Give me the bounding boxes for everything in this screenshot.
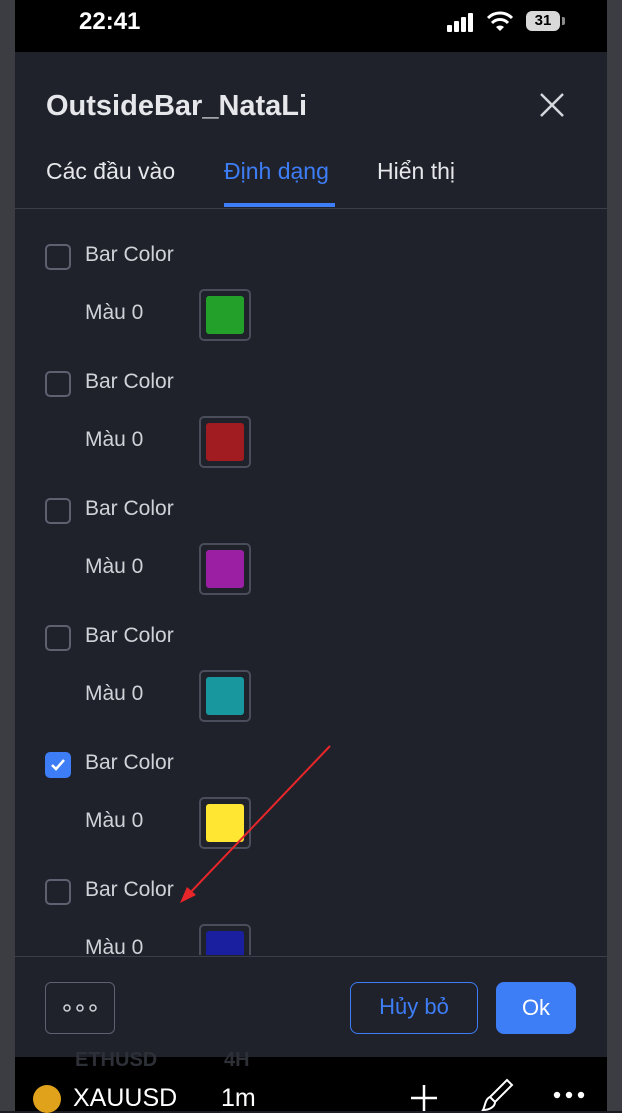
color-label: Màu 0 bbox=[85, 809, 144, 832]
bar-color-checkbox[interactable] bbox=[45, 498, 71, 524]
bar-color-label: Bar Color bbox=[85, 624, 174, 647]
brush-icon[interactable] bbox=[481, 1077, 515, 1113]
bar-color-label: Bar Color bbox=[85, 370, 174, 393]
more-dots-icon[interactable] bbox=[553, 1091, 585, 1099]
bar-color-checkbox[interactable] bbox=[45, 879, 71, 905]
background-symbol-text: ETHUSD bbox=[75, 1049, 158, 1071]
phone-screen: 22:41 31 OutsideBar_NataLi Các đầu vào Đ… bbox=[15, 0, 607, 1113]
wifi-icon bbox=[486, 11, 514, 31]
color-label: Màu 0 bbox=[85, 682, 144, 705]
background-right-edge bbox=[607, 0, 622, 1111]
swatch-fill bbox=[206, 423, 244, 461]
bar-color-label: Bar Color bbox=[85, 878, 174, 901]
status-time: 22:41 bbox=[79, 8, 141, 35]
swatch-fill bbox=[206, 550, 244, 588]
bar-color-setting: Bar Color Màu 0 bbox=[15, 590, 607, 722]
color-label: Màu 0 bbox=[85, 301, 144, 324]
bar-color-checkbox[interactable] bbox=[45, 371, 71, 397]
dialog-footer: Hủy bỏ Ok bbox=[15, 956, 607, 1058]
more-icon bbox=[63, 1004, 97, 1012]
swatch-fill bbox=[206, 296, 244, 334]
bar-color-setting: Bar Color Màu 0 bbox=[15, 717, 607, 849]
checkmark-icon bbox=[51, 759, 65, 771]
more-options-button[interactable] bbox=[45, 982, 115, 1034]
dialog-title: OutsideBar_NataLi bbox=[46, 90, 308, 122]
color-swatch-button[interactable] bbox=[199, 289, 251, 341]
cancel-button[interactable]: Hủy bỏ bbox=[350, 982, 478, 1034]
background-interval-text: 4H bbox=[224, 1049, 250, 1071]
ok-button[interactable]: Ok bbox=[496, 982, 576, 1034]
bar-color-label: Bar Color bbox=[85, 243, 174, 266]
tab-bar: Các đầu vào Định dạng Hiển thị bbox=[15, 152, 607, 209]
tab-style[interactable]: Định dạng bbox=[224, 158, 329, 185]
swatch-fill bbox=[206, 931, 244, 955]
swatch-fill bbox=[206, 804, 244, 842]
bar-color-checkbox[interactable] bbox=[45, 752, 71, 778]
color-label: Màu 0 bbox=[85, 428, 144, 451]
close-icon[interactable] bbox=[537, 90, 567, 120]
bar-color-checkbox[interactable] bbox=[45, 244, 71, 270]
bar-color-label: Bar Color bbox=[85, 751, 174, 774]
symbol-selector[interactable]: XAUUSD bbox=[73, 1084, 177, 1113]
color-swatch-button[interactable] bbox=[199, 924, 251, 955]
tab-visibility[interactable]: Hiển thị bbox=[377, 158, 455, 185]
coin-icon bbox=[33, 1085, 61, 1113]
active-tab-indicator bbox=[224, 203, 335, 207]
color-label: Màu 0 bbox=[85, 936, 144, 955]
status-bar: 22:41 31 bbox=[15, 0, 607, 52]
bar-color-setting: Bar Color Màu 0 bbox=[15, 463, 607, 595]
settings-dialog: OutsideBar_NataLi Các đầu vào Định dạng … bbox=[15, 52, 607, 1058]
background-left-edge bbox=[0, 0, 15, 1111]
plus-icon[interactable] bbox=[409, 1083, 439, 1113]
swatch-fill bbox=[206, 677, 244, 715]
color-label: Màu 0 bbox=[85, 555, 144, 578]
color-swatch-button[interactable] bbox=[199, 797, 251, 849]
battery-tip bbox=[562, 17, 565, 25]
color-swatch-button[interactable] bbox=[199, 416, 251, 468]
style-settings-list[interactable]: Bar Color Màu 0 Bar Color Màu 0 Bar Colo… bbox=[15, 209, 607, 955]
bottom-toolbar: ETHUSD 4H XAUUSD 1m bbox=[15, 1049, 607, 1113]
bar-color-label: Bar Color bbox=[85, 497, 174, 520]
bar-color-setting: Bar Color Màu 0 bbox=[15, 336, 607, 468]
battery-level: 31 bbox=[526, 11, 560, 31]
tab-inputs[interactable]: Các đầu vào bbox=[46, 158, 175, 185]
bar-color-checkbox[interactable] bbox=[45, 625, 71, 651]
cellular-signal-icon bbox=[447, 12, 477, 32]
bar-color-setting: Bar Color Màu 0 bbox=[15, 209, 607, 341]
interval-selector[interactable]: 1m bbox=[221, 1084, 256, 1113]
color-swatch-button[interactable] bbox=[199, 670, 251, 722]
color-swatch-button[interactable] bbox=[199, 543, 251, 595]
bar-color-setting: Bar Color Màu 0 bbox=[15, 844, 607, 955]
